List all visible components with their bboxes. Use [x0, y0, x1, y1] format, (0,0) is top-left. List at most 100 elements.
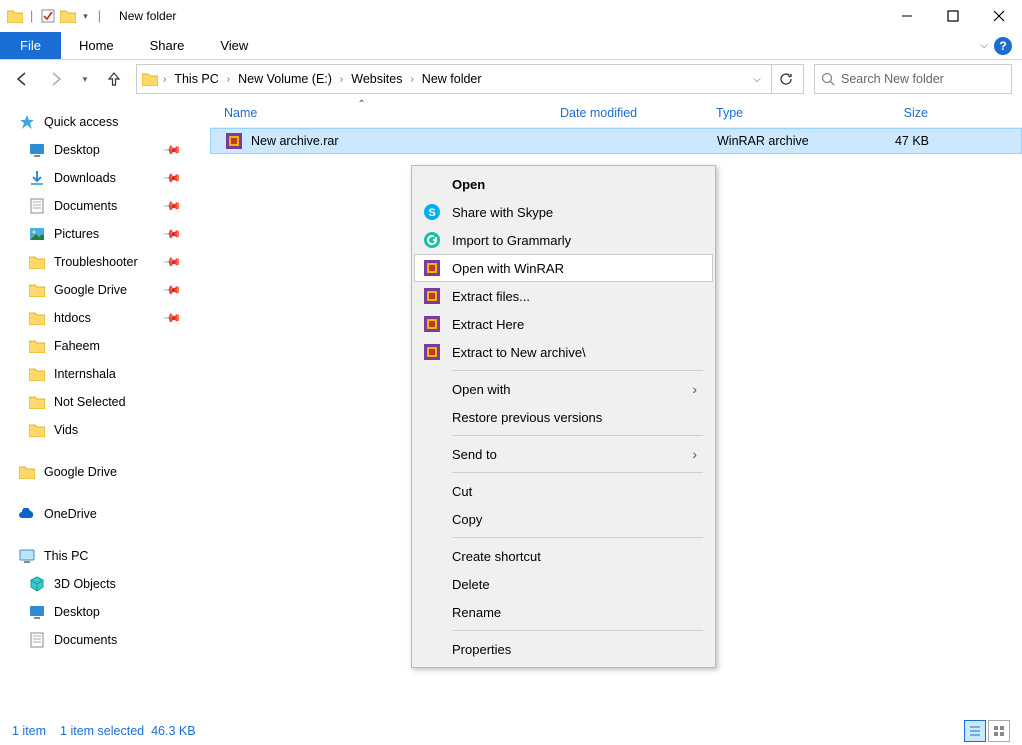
ribbon-expand-icon[interactable]: ⌵ [980, 40, 988, 51]
sidebar-item-documents2[interactable]: Documents [0, 626, 200, 654]
tab-home[interactable]: Home [61, 32, 132, 59]
sidebar-item-folder[interactable]: Not Selected [0, 388, 200, 416]
search-input[interactable]: Search New folder [814, 64, 1012, 94]
minimize-button[interactable] [884, 0, 930, 32]
winrar-icon [225, 132, 243, 150]
folder-icon [28, 281, 46, 299]
sidebar-label: Quick access [44, 115, 118, 129]
sidebar-item-quick-access[interactable]: Quick access [0, 108, 200, 136]
sidebar-label: OneDrive [44, 507, 97, 521]
separator [452, 370, 703, 371]
ctx-cut[interactable]: Cut [414, 477, 713, 505]
sidebar-label: Pictures [54, 227, 99, 241]
sidebar-label: 3D Objects [54, 577, 116, 591]
sidebar-item-downloads[interactable]: Downloads📌 [0, 164, 200, 192]
star-icon [18, 113, 36, 131]
address-bar[interactable]: › This PC › New Volume (E:) › Websites ›… [136, 64, 804, 94]
sidebar-item-folder[interactable]: Faheem [0, 332, 200, 360]
sidebar-label: Internshala [54, 367, 116, 381]
ctx-send-to[interactable]: Send to› [414, 440, 713, 468]
window-title: New folder [119, 9, 176, 23]
breadcrumb-item[interactable]: This PC [170, 72, 222, 86]
view-details-button[interactable] [964, 720, 986, 742]
forward-button[interactable] [44, 67, 68, 91]
breadcrumb-item[interactable]: New Volume (E:) [234, 72, 336, 86]
ctx-rename[interactable]: Rename [414, 598, 713, 626]
sidebar-item-documents[interactable]: Documents📌 [0, 192, 200, 220]
pin-icon: 📌 [162, 224, 182, 244]
ctx-extract-files[interactable]: Extract files... [414, 282, 713, 310]
winrar-icon [422, 286, 442, 306]
col-type[interactable]: Type [716, 106, 862, 120]
ctx-open-winrar[interactable]: Open with WinRAR [414, 254, 713, 282]
close-button[interactable] [976, 0, 1022, 32]
sidebar-label: Desktop [54, 143, 100, 157]
grammarly-icon [422, 230, 442, 250]
recent-dropdown[interactable]: ▾ [78, 67, 92, 91]
tab-view[interactable]: View [202, 32, 266, 59]
col-name[interactable]: Name⌃ [210, 106, 560, 120]
address-dropdown-icon[interactable]: ⌵ [743, 65, 771, 93]
sidebar-item-desktop[interactable]: Desktop📌 [0, 136, 200, 164]
sidebar-item-thispc[interactable]: This PC [0, 542, 200, 570]
tab-share[interactable]: Share [132, 32, 203, 59]
sidebar-item-folder[interactable]: Internshala [0, 360, 200, 388]
chevron-right-icon[interactable]: › [338, 74, 345, 85]
sidebar-item-folder[interactable]: Vids [0, 416, 200, 444]
maximize-button[interactable] [930, 0, 976, 32]
checkbox-checked-icon[interactable] [39, 7, 57, 25]
qat-dropdown-icon[interactable]: ▾ [79, 11, 92, 22]
chevron-right-icon[interactable]: › [225, 74, 232, 85]
sidebar-item-folder[interactable]: Troubleshooter📌 [0, 248, 200, 276]
chevron-right-icon[interactable]: › [408, 74, 415, 85]
folder-icon[interactable] [59, 7, 77, 25]
sidebar-item-folder[interactable]: Google Drive📌 [0, 276, 200, 304]
help-icon[interactable]: ? [994, 37, 1012, 55]
file-row[interactable]: New archive.rar WinRAR archive 47 KB [210, 128, 1022, 154]
back-button[interactable] [10, 67, 34, 91]
sidebar-label: This PC [44, 549, 88, 563]
ctx-skype[interactable]: SShare with Skype [414, 198, 713, 226]
chevron-right-icon[interactable]: › [161, 74, 168, 85]
ctx-open[interactable]: Open [414, 170, 713, 198]
ctx-extract-here[interactable]: Extract Here [414, 310, 713, 338]
view-icons-button[interactable] [988, 720, 1010, 742]
chevron-right-icon: › [692, 446, 697, 462]
status-bar: 1 item 1 item selected 46.3 KB [0, 717, 1022, 745]
ctx-properties[interactable]: Properties [414, 635, 713, 663]
sidebar-item-googledrive[interactable]: Google Drive [0, 458, 200, 486]
skype-icon: S [422, 202, 442, 222]
sort-asc-icon: ⌃ [357, 99, 365, 110]
ctx-delete[interactable]: Delete [414, 570, 713, 598]
col-date[interactable]: Date modified [560, 106, 716, 120]
separator [452, 630, 703, 631]
search-icon [821, 72, 835, 86]
ctx-grammarly[interactable]: Import to Grammarly [414, 226, 713, 254]
sidebar-item-pictures[interactable]: Pictures 📌 [0, 220, 200, 248]
desktop-icon [28, 141, 46, 159]
breadcrumb-item[interactable]: Websites [347, 72, 406, 86]
separator [452, 537, 703, 538]
file-type: WinRAR archive [717, 134, 863, 148]
ctx-shortcut[interactable]: Create shortcut [414, 542, 713, 570]
pin-icon: 📌 [162, 252, 182, 272]
refresh-button[interactable] [771, 65, 799, 93]
ctx-copy[interactable]: Copy [414, 505, 713, 533]
onedrive-icon [18, 505, 36, 523]
folder-icon [28, 253, 46, 271]
sidebar-label: Documents [54, 199, 117, 213]
sidebar-item-desktop2[interactable]: Desktop [0, 598, 200, 626]
sidebar-item-onedrive[interactable]: OneDrive [0, 500, 200, 528]
sidebar-item-3dobjects[interactable]: 3D Objects [0, 570, 200, 598]
winrar-icon [422, 314, 442, 334]
sidebar-item-folder[interactable]: htdocs📌 [0, 304, 200, 332]
ctx-open-with[interactable]: Open with› [414, 375, 713, 403]
col-size[interactable]: Size [862, 106, 952, 120]
title-separator: | [92, 9, 107, 23]
sidebar-label: Not Selected [54, 395, 126, 409]
tab-file[interactable]: File [0, 32, 61, 59]
up-button[interactable] [102, 67, 126, 91]
ctx-restore[interactable]: Restore previous versions [414, 403, 713, 431]
breadcrumb-item[interactable]: New folder [418, 72, 486, 86]
ctx-extract-to[interactable]: Extract to New archive\ [414, 338, 713, 366]
